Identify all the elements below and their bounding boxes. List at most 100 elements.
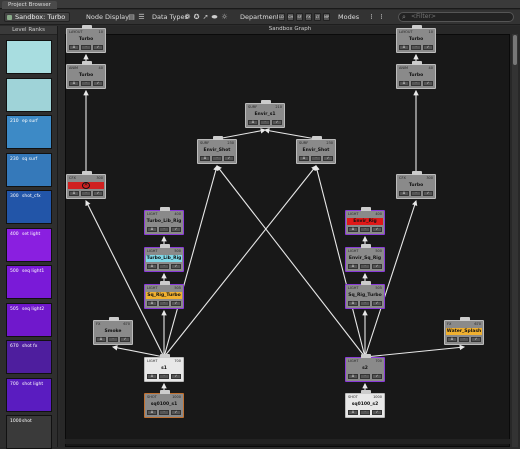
node-check-button[interactable]: ✓	[372, 264, 382, 269]
node-a-button[interactable]: A	[348, 264, 358, 269]
node-mid-button[interactable]: ·	[411, 81, 421, 86]
node-a-button[interactable]: A	[399, 81, 409, 86]
graph-node-layout-l[interactable]: LAYOUT 10 Turbo A · ✓	[66, 25, 106, 53]
level-rank-item[interactable]: 700 shot light	[6, 377, 52, 412]
mode-2-icon[interactable]: ⁞	[378, 13, 385, 21]
graph-node-layout-r[interactable]: LAYOUT 10 Turbo A · ✓	[396, 25, 436, 53]
node-a-button[interactable]: A	[147, 301, 157, 306]
node-a-button[interactable]: A	[248, 120, 258, 125]
node-a-button[interactable]: A	[147, 374, 157, 379]
project-browser-tab[interactable]: Project Browser	[2, 1, 57, 9]
dept-button-ch[interactable]: CH	[287, 13, 294, 21]
node-check-button[interactable]: ✓	[423, 191, 433, 196]
node-check-button[interactable]: ✓	[171, 301, 181, 306]
graph-node-shot-r[interactable]: SHOT 1000 sq0100_s2 A · ✓	[345, 390, 385, 418]
node-a-button[interactable]: A	[399, 45, 409, 50]
node-a-button[interactable]: A	[69, 81, 79, 86]
level-rank-item[interactable]: 300 shot_cfx	[6, 190, 52, 224]
node-check-button[interactable]: ✓	[423, 45, 433, 50]
node-mid-button[interactable]: ·	[81, 81, 91, 86]
node-a-button[interactable]: A	[299, 156, 309, 161]
node-mid-button[interactable]: ·	[360, 410, 370, 415]
node-mid-button[interactable]: ·	[212, 156, 222, 161]
datatype-5-icon[interactable]: ☼	[221, 13, 228, 21]
graph-node-cfx-r[interactable]: CFX 300 Turbo A · ✓	[396, 171, 436, 199]
layout-grid-icon[interactable]: ▤	[128, 13, 135, 21]
graph-node-light500-l[interactable]: LIGHT 500 Turbo_Lib_Rig A · ✓	[144, 244, 184, 272]
node-a-button[interactable]: A	[69, 45, 79, 50]
node-a-button[interactable]: A	[348, 301, 358, 306]
node-a-button[interactable]: A	[399, 191, 409, 196]
graph-node-light700-r[interactable]: LIGHT 700 s2 A · ✓	[345, 354, 385, 382]
datatype-4-icon[interactable]: ⬬	[211, 13, 218, 21]
node-mid-button[interactable]: ·	[81, 45, 91, 50]
node-mid-button[interactable]: ·	[81, 191, 91, 196]
node-check-button[interactable]: ✓	[171, 374, 181, 379]
level-rank-item[interactable]: 670 shot fx	[6, 340, 52, 374]
graph-node-anim-r[interactable]: ANIM 40 Turbo A · ✓	[396, 61, 436, 89]
node-mid-button[interactable]: ·	[159, 374, 169, 379]
node-a-button[interactable]: A	[447, 337, 457, 342]
vertical-scrollbar[interactable]	[512, 34, 518, 447]
node-mid-button[interactable]: ·	[459, 337, 469, 342]
node-mid-button[interactable]: ·	[260, 120, 270, 125]
node-mid-button[interactable]: ·	[360, 301, 370, 306]
level-rank-item[interactable]: 505 seq light2	[6, 302, 52, 337]
node-check-button[interactable]: ✓	[93, 191, 103, 196]
node-mid-button[interactable]: ·	[159, 301, 169, 306]
level-rank-item[interactable]: 210 ep surf	[6, 115, 52, 149]
graph-node-fx-r[interactable]: FX 670 Water_Splash A · ✓	[444, 317, 484, 345]
node-check-button[interactable]: ✓	[120, 337, 130, 342]
node-mid-button[interactable]: ·	[360, 264, 370, 269]
node-mid-button[interactable]: ·	[411, 45, 421, 50]
node-check-button[interactable]: ✓	[372, 410, 382, 415]
node-mid-button[interactable]: ·	[159, 410, 169, 415]
graph-node-shot-l[interactable]: SHOT 1000 sq0100_s1 A · ✓	[144, 390, 184, 418]
node-mid-button[interactable]: ·	[360, 227, 370, 232]
node-a-button[interactable]: A	[147, 264, 157, 269]
node-mid-button[interactable]: ·	[360, 374, 370, 379]
level-rank-item[interactable]	[6, 40, 52, 74]
node-a-button[interactable]: A	[348, 227, 358, 232]
node-check-button[interactable]: ✓	[372, 301, 382, 306]
level-rank-item[interactable]: 500 seq light1	[6, 265, 52, 299]
datatype-2-icon[interactable]: ✪	[193, 13, 200, 21]
node-check-button[interactable]: ✓	[423, 81, 433, 86]
node-mid-button[interactable]: ·	[411, 191, 421, 196]
scrollbar-thumb[interactable]	[513, 35, 517, 65]
node-mid-button[interactable]: ·	[159, 264, 169, 269]
layout-list-icon[interactable]: ☰	[138, 13, 145, 21]
node-check-button[interactable]: ✓	[93, 45, 103, 50]
node-check-button[interactable]: ✓	[224, 156, 234, 161]
node-check-button[interactable]: ✓	[171, 264, 181, 269]
horizontal-scrollbar[interactable]	[65, 439, 510, 444]
node-check-button[interactable]: ✓	[272, 120, 282, 125]
node-a-button[interactable]: A	[348, 374, 358, 379]
dept-button-fx[interactable]: FX	[305, 13, 312, 21]
graph-node-surf-l[interactable]: SURF 230 Envir_Shot A · ✓	[197, 136, 237, 164]
level-rank-item[interactable]: 1000 shot	[6, 415, 52, 449]
graph-node-light505-l[interactable]: LIGHT 505 Sq_Rig_Turbo A · ✓	[144, 281, 184, 309]
node-a-button[interactable]: A	[69, 191, 79, 196]
dept-button-sf[interactable]: SF	[296, 13, 303, 21]
level-rank-item[interactable]: 230 sq surf	[6, 152, 52, 187]
graph-node-light505-r[interactable]: LIGHT 505 Sq_Rig_Turbo A · ✓	[345, 281, 385, 309]
dept-button-mp[interactable]: MP	[323, 13, 330, 21]
graph-node-light400-r[interactable]: LIGHT 400 Envir_Rig A · ✓	[345, 207, 385, 235]
dept-button-ld[interactable]: LD	[278, 13, 285, 21]
datatype-3-icon[interactable]: ➚	[202, 13, 209, 21]
level-rank-item[interactable]: 400 set light	[6, 227, 52, 262]
datatype-1-icon[interactable]: ❁	[184, 13, 191, 21]
node-a-button[interactable]: A	[348, 410, 358, 415]
sandbox-title[interactable]: Sandbox: Turbo	[4, 12, 70, 22]
node-a-button[interactable]: A	[147, 227, 157, 232]
node-check-button[interactable]: ✓	[93, 81, 103, 86]
node-check-button[interactable]: ✓	[171, 227, 181, 232]
node-check-button[interactable]: ✓	[372, 227, 382, 232]
graph-node-surf-top[interactable]: SURF 210 Envir_s1 A · ✓	[245, 100, 285, 128]
graph-node-fx-l[interactable]: FX 670 Smoke A · ✓	[93, 317, 133, 345]
mode-1-icon[interactable]: ⁞	[368, 13, 375, 21]
node-check-button[interactable]: ✓	[372, 374, 382, 379]
node-mid-button[interactable]: ·	[159, 227, 169, 232]
node-mid-button[interactable]: ·	[311, 156, 321, 161]
